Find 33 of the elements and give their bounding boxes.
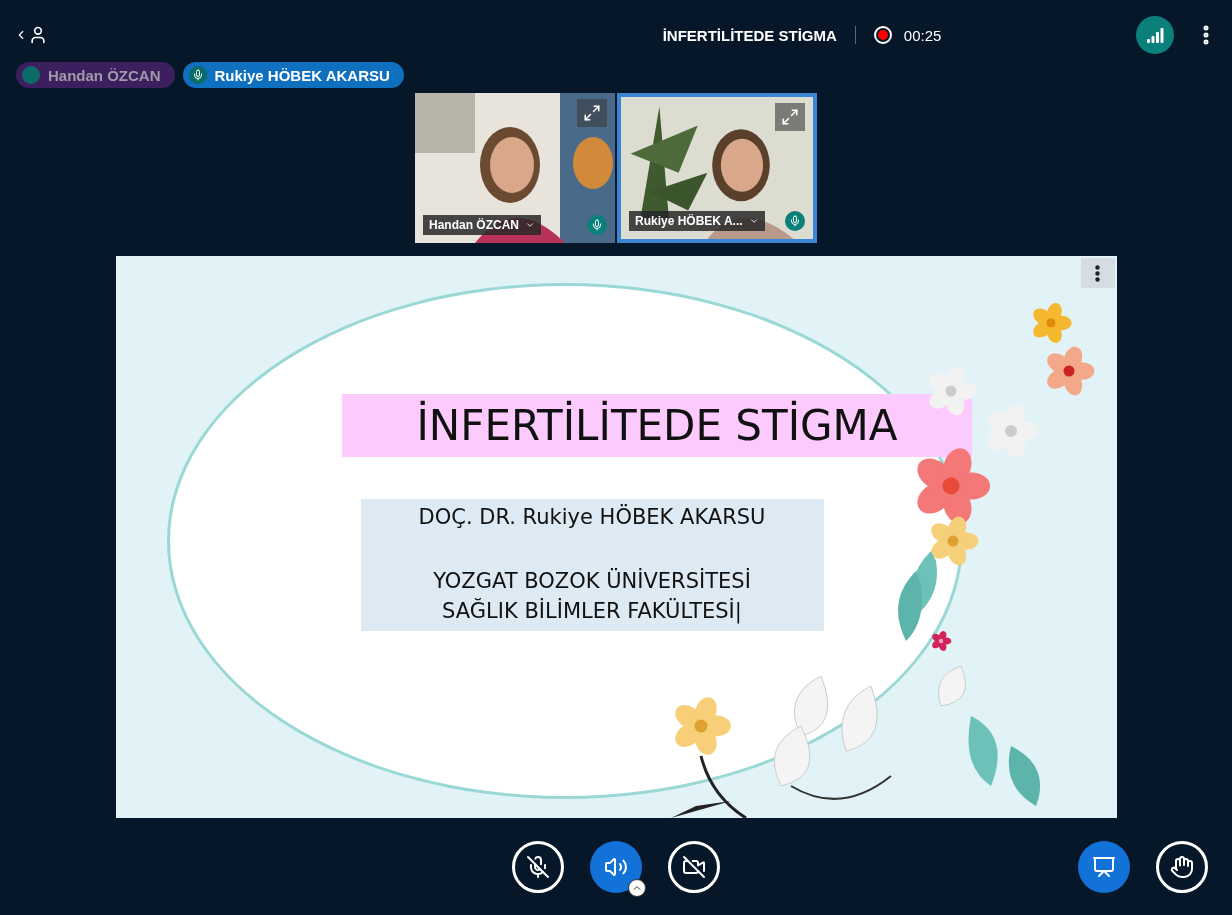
fullscreen-icon (781, 108, 799, 126)
author-info-line: SAĞLIK BİLİMLER FAKÜLTESİ| (442, 599, 742, 623)
recording-timer: 00:25 (903, 26, 942, 44)
talking-participant-indicator[interactable]: Handan ÖZCAN (16, 62, 175, 88)
microphone-icon (191, 69, 204, 81)
fullscreen-button[interactable] (775, 103, 805, 131)
talking-participant-indicator[interactable]: Rukiye HÖBEK AKARSU (182, 62, 404, 88)
hand-toggle-button[interactable] (1156, 840, 1208, 893)
camera-off-icon (682, 854, 706, 879)
connection-status-button[interactable] (1136, 16, 1174, 54)
audio-options-button[interactable] (628, 878, 646, 897)
video-tile[interactable]: Handan ÖZCAN (415, 93, 615, 243)
participant-name-dropdown[interactable]: Handan ÖZCAN (423, 215, 541, 235)
chevron-down-icon (525, 220, 535, 230)
presentation-toggle-button[interactable] (1078, 840, 1130, 893)
author-info-line: YOZGAT BOZOK ÜNİVERSİTESİ (433, 569, 751, 593)
chevron-down-icon (748, 216, 759, 226)
video-tile[interactable]: Rukiye HÖBEK A... (617, 93, 817, 243)
fullscreen-button[interactable] (577, 99, 607, 127)
slide-title: İNFERTİLİTEDE STİGMA (342, 394, 972, 457)
fullscreen-icon (583, 104, 601, 122)
muted-microphone-icon (526, 854, 550, 879)
participant-name-dropdown[interactable]: Rukiye HÖBEK A... (629, 211, 765, 231)
camera-toggle-button[interactable] (668, 840, 720, 893)
recording-indicator-icon[interactable] (873, 26, 892, 44)
mic-toggle-button[interactable] (512, 840, 564, 893)
slide-options-button[interactable] (1080, 258, 1115, 288)
more-options-icon (1095, 264, 1100, 282)
presentation-icon (1092, 854, 1116, 879)
hand-icon (1170, 854, 1194, 879)
author-info-line: DOÇ. DR. Rukiye HÖBEK AKARSU (418, 505, 766, 529)
meeting-title: İNFERTİLİTEDE STİGMA (662, 26, 837, 44)
signal-bars-icon (1146, 27, 1164, 43)
